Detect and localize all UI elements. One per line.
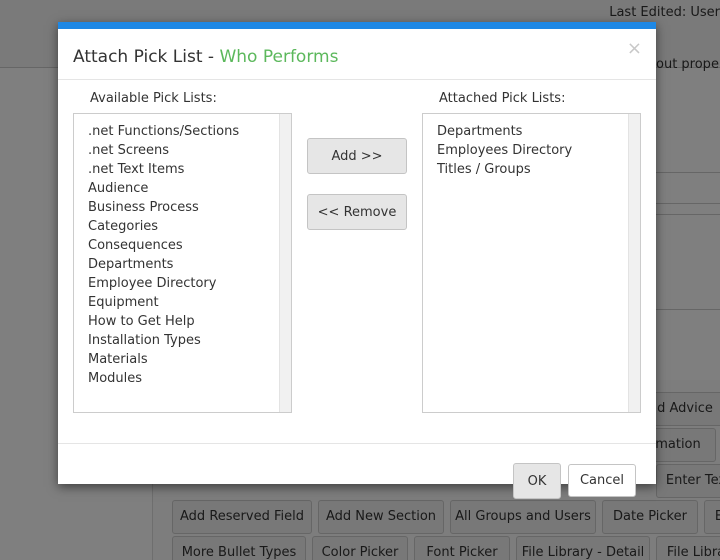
list-item[interactable]: Categories [74, 217, 291, 236]
list-item[interactable]: Audience [74, 179, 291, 198]
list-item[interactable]: Employee Directory [74, 274, 291, 293]
attached-lists-box[interactable]: Departments Employees Directory Titles / G… [422, 113, 641, 413]
list-item[interactable]: .net Screens [74, 141, 291, 160]
cancel-button[interactable]: Cancel [568, 464, 636, 497]
close-icon[interactable]: × [627, 40, 642, 58]
add-button[interactable]: Add >> [307, 138, 407, 174]
list-item[interactable]: Employees Directory [423, 141, 640, 160]
list-item[interactable]: How to Get Help [74, 312, 291, 331]
list-item[interactable]: Departments [74, 255, 291, 274]
available-lists: .net Functions/Sections .net Screens .net … [74, 114, 291, 388]
list-item[interactable]: Equipment [74, 293, 291, 312]
list-item[interactable]: .net Text Items [74, 160, 291, 179]
attached-scrollbar[interactable] [628, 114, 640, 412]
remove-button[interactable]: << Remove [307, 194, 407, 230]
list-item[interactable]: Materials [74, 350, 291, 369]
available-lists-label: Available Pick Lists: [90, 91, 217, 106]
dialog-title-text: Attach Pick List - [73, 47, 220, 67]
list-item[interactable]: Business Process [74, 198, 291, 217]
list-item[interactable]: .net Functions/Sections [74, 122, 291, 141]
attach-pick-list-dialog: Attach Pick List - Who Performs × Availa… [58, 22, 656, 499]
attached-lists-label: Attached Pick Lists: [439, 91, 566, 106]
list-item[interactable]: Titles / Groups [423, 160, 640, 179]
available-scrollbar[interactable] [279, 114, 291, 412]
dialog-title: Attach Pick List - Who Performs [73, 47, 338, 67]
dialog-footer [58, 443, 656, 491]
ok-button[interactable]: OK [513, 463, 561, 499]
list-item[interactable]: Departments [423, 122, 640, 141]
dialog-title-accent: Who Performs [219, 47, 339, 67]
dialog-header: Attach Pick List - Who Performs × [58, 29, 656, 80]
list-item[interactable]: Installation Types [74, 331, 291, 350]
available-lists-box[interactable]: .net Functions/Sections .net Screens .net … [73, 113, 292, 413]
list-item[interactable]: Consequences [74, 236, 291, 255]
attached-lists: Departments Employees Directory Titles / G… [423, 114, 640, 179]
list-item[interactable]: Modules [74, 369, 291, 388]
